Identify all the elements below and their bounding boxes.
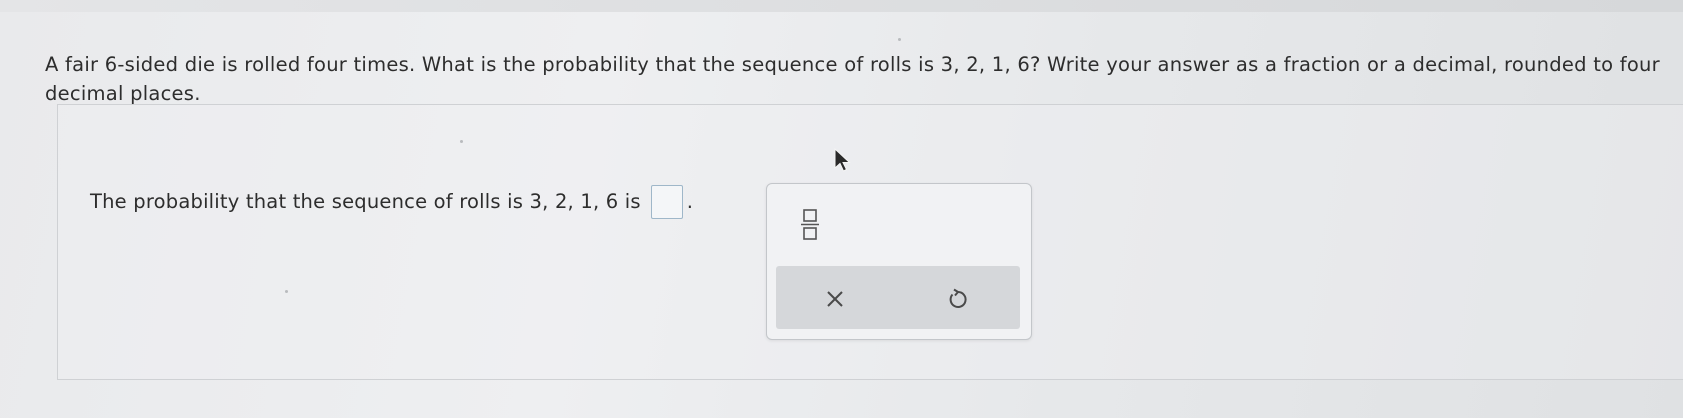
fraction-button[interactable] <box>795 202 825 244</box>
undo-button[interactable] <box>941 282 975 316</box>
undo-icon <box>949 288 967 308</box>
clear-button[interactable] <box>818 282 852 316</box>
fraction-template-icon <box>801 209 819 240</box>
x-icon <box>827 291 843 307</box>
answer-statement: The probability that the sequence of rol… <box>90 185 693 219</box>
speck-decoration <box>460 140 463 143</box>
speck-decoration <box>898 38 901 41</box>
speck-decoration <box>285 290 288 293</box>
statement-text: The probability that the sequence of rol… <box>90 190 641 213</box>
top-strip <box>0 0 1683 12</box>
statement-period: . <box>686 190 694 213</box>
math-palette <box>766 183 1032 340</box>
question-text: A fair 6-sided die is rolled four times.… <box>45 53 1660 105</box>
mouse-cursor-icon <box>834 148 851 172</box>
action-bar <box>776 266 1020 329</box>
answer-input[interactable] <box>650 185 683 219</box>
